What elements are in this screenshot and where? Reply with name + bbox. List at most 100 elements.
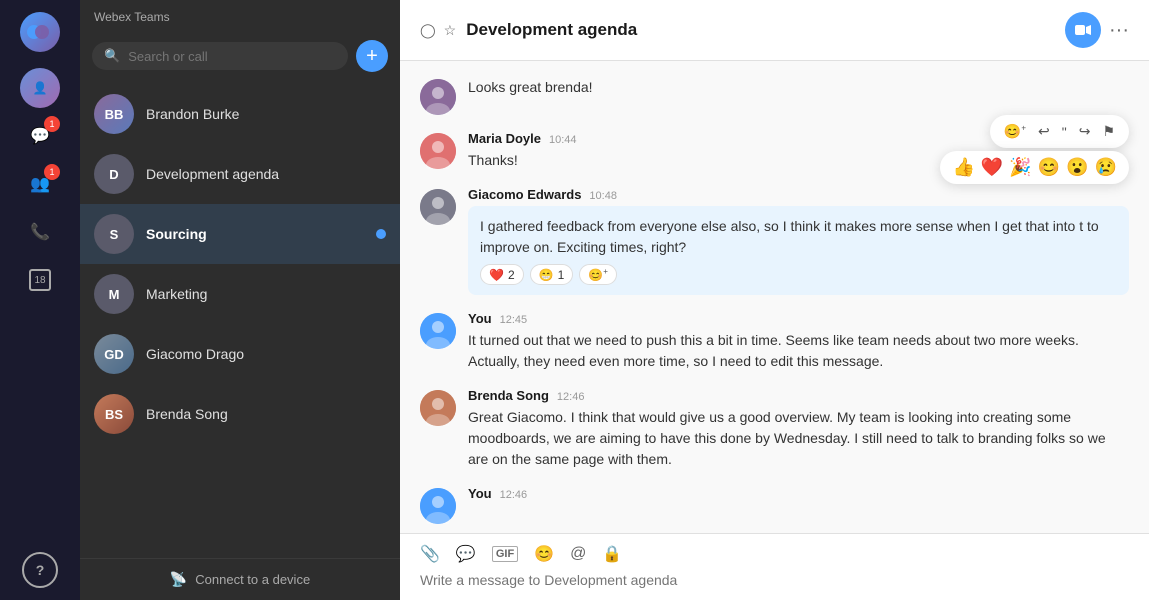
reaction-thumbsup[interactable]: 👍 bbox=[952, 157, 974, 178]
sidebar-messages-icon[interactable]: 💬 1 bbox=[20, 116, 60, 156]
contacts-panel: Webex Teams 🔍 + BB Brandon Burke D Devel… bbox=[80, 0, 400, 600]
help-label: ? bbox=[36, 562, 45, 578]
gif-icon[interactable]: GIF bbox=[492, 546, 518, 562]
msg-body-6: You 12:46 bbox=[468, 486, 1129, 524]
app-title: Webex Teams bbox=[80, 0, 400, 28]
messages-badge: 1 bbox=[44, 116, 60, 132]
contact-info-sourcing: Sourcing bbox=[146, 226, 364, 242]
msg-body-1: Looks great brenda! bbox=[468, 77, 1129, 115]
chat-header-icons: ◯ ☆ bbox=[420, 22, 456, 39]
msg-time-6: 12:46 bbox=[500, 489, 528, 501]
msg-body-4: You 12:45 It turned out that we need to … bbox=[468, 311, 1129, 372]
connect-device-label: Connect to a device bbox=[195, 572, 310, 587]
sidebar-help-icon[interactable]: ? bbox=[22, 552, 58, 588]
contact-info-brenda-song: Brenda Song bbox=[146, 406, 386, 422]
app-logo bbox=[20, 12, 60, 52]
video-call-button[interactable] bbox=[1065, 12, 1101, 48]
avatar-msg6 bbox=[420, 488, 456, 524]
contact-name-sourcing: Sourcing bbox=[146, 226, 364, 242]
contact-avatar-giacomo-drago: GD bbox=[94, 334, 134, 374]
contact-info-marketing: Marketing bbox=[146, 286, 386, 302]
reaction-surprised[interactable]: 😮 bbox=[1066, 157, 1088, 178]
message-group-1: Looks great brenda! bbox=[420, 77, 1129, 115]
connect-device-footer[interactable]: 📡 Connect to a device bbox=[80, 558, 400, 600]
msg-time-4: 12:45 bbox=[500, 314, 528, 326]
contact-item-giacomo-drago[interactable]: GD Giacomo Drago bbox=[80, 324, 400, 384]
reaction-sad[interactable]: 😢 bbox=[1095, 157, 1117, 178]
flag-icon[interactable]: ⚑ bbox=[1098, 119, 1119, 144]
msg-time-3: 10:48 bbox=[589, 190, 617, 202]
sidebar-contacts-icon[interactable]: 👥 1 bbox=[20, 164, 60, 204]
sidebar-calendar-icon[interactable]: 18 bbox=[20, 260, 60, 300]
reaction-grin-emoji: 😁 bbox=[539, 268, 554, 282]
search-icon: 🔍 bbox=[104, 48, 120, 64]
more-options-button[interactable]: ··· bbox=[1109, 19, 1129, 42]
back-icon[interactable]: ◯ bbox=[420, 22, 436, 39]
emoji-reaction-bar: 👍 ❤️ 🎉 😊 😮 😢 bbox=[940, 151, 1129, 184]
contacts-badge: 1 bbox=[44, 164, 60, 180]
msg-time-5: 12:46 bbox=[557, 391, 585, 403]
message-group-5: Brenda Song 12:46 Great Giacomo. I think… bbox=[420, 388, 1129, 470]
sidebar: 👤 💬 1 👥 1 📞 18 ? bbox=[0, 0, 80, 600]
reaction-badge-grin[interactable]: 😁 1 bbox=[530, 264, 574, 285]
chat-area: ◯ ☆ Development agenda ··· bbox=[400, 0, 1149, 600]
msg-text-4: It turned out that we need to push this … bbox=[468, 330, 1129, 372]
avatar-msg2 bbox=[420, 133, 456, 169]
message-group-3: Giacomo Edwards 10:48 😊+ ↩ " ↪ ⚑ 👍 ❤️ 🎉 … bbox=[420, 187, 1129, 295]
message-group-6: You 12:46 bbox=[420, 486, 1129, 524]
unread-dot-sourcing bbox=[376, 229, 386, 239]
chat-header: ◯ ☆ Development agenda ··· bbox=[400, 0, 1149, 61]
add-reaction-icon[interactable]: 😊+ bbox=[1000, 119, 1030, 144]
contact-item-sourcing[interactable]: S Sourcing bbox=[80, 204, 400, 264]
reaction-heart[interactable]: ❤️ bbox=[981, 157, 1003, 178]
message-format-icon[interactable]: 💬 bbox=[456, 544, 476, 564]
sidebar-avatar[interactable]: 👤 bbox=[20, 68, 60, 108]
avatar-msg5 bbox=[420, 390, 456, 426]
contact-name-development: Development agenda bbox=[146, 166, 386, 182]
msg-meta-5: Brenda Song 12:46 bbox=[468, 388, 1129, 403]
attachment-icon[interactable]: 📎 bbox=[420, 544, 440, 564]
sidebar-calls-icon[interactable]: 📞 bbox=[20, 212, 60, 252]
contact-avatar-development: D bbox=[94, 154, 134, 194]
quote-icon[interactable]: " bbox=[1058, 120, 1071, 144]
contact-item-marketing[interactable]: M Marketing bbox=[80, 264, 400, 324]
lock-icon[interactable]: 🔒 bbox=[602, 544, 622, 564]
contact-list: BB Brandon Burke D Development agenda S … bbox=[80, 84, 400, 558]
star-icon[interactable]: ☆ bbox=[444, 22, 457, 39]
message-input[interactable] bbox=[420, 572, 1129, 588]
search-input[interactable] bbox=[128, 49, 336, 64]
chat-toolbar: 📎 💬 GIF 😊 @ 🔒 bbox=[420, 544, 1129, 564]
add-contact-button[interactable]: + bbox=[356, 40, 388, 72]
contact-item-development[interactable]: D Development agenda bbox=[80, 144, 400, 204]
msg-body-3: Giacomo Edwards 10:48 😊+ ↩ " ↪ ⚑ 👍 ❤️ 🎉 … bbox=[468, 187, 1129, 295]
contact-avatar-brenda-song: BS bbox=[94, 394, 134, 434]
contact-avatar-brandon: BB bbox=[94, 94, 134, 134]
emoji-icon[interactable]: 😊 bbox=[534, 544, 554, 564]
msg-sender-3: Giacomo Edwards bbox=[468, 187, 581, 202]
forward-icon[interactable]: ↪ bbox=[1075, 119, 1095, 144]
reaction-badge-heart[interactable]: ❤️ 2 bbox=[480, 264, 524, 285]
reaction-smile[interactable]: 😊 bbox=[1038, 157, 1060, 178]
mention-icon[interactable]: @ bbox=[570, 545, 586, 563]
avatar-msg1 bbox=[420, 79, 456, 115]
msg-meta-6: You 12:46 bbox=[468, 486, 1129, 501]
contact-name-brandon: Brandon Burke bbox=[146, 106, 386, 122]
message-reactions: ❤️ 2 😁 1 😊+ bbox=[480, 264, 1117, 285]
contact-item-brenda-song[interactable]: BS Brenda Song bbox=[80, 384, 400, 444]
reaction-party[interactable]: 🎉 bbox=[1009, 157, 1031, 178]
header-actions: ··· bbox=[1065, 12, 1129, 48]
reply-icon[interactable]: ↩ bbox=[1034, 119, 1054, 144]
contact-info-brandon: Brandon Burke bbox=[146, 106, 386, 122]
reaction-heart-emoji: ❤️ bbox=[489, 268, 504, 282]
add-reaction-badge[interactable]: 😊+ bbox=[579, 264, 617, 285]
msg-text-1: Looks great brenda! bbox=[468, 77, 1129, 98]
msg-sender-6: You bbox=[468, 486, 492, 501]
contact-item-brandon[interactable]: BB Brandon Burke bbox=[80, 84, 400, 144]
chat-title: Development agenda bbox=[466, 20, 1055, 40]
contact-name-giacomo-drago: Giacomo Drago bbox=[146, 346, 386, 362]
contact-info-development: Development agenda bbox=[146, 166, 386, 182]
message-group-4: You 12:45 It turned out that we need to … bbox=[420, 311, 1129, 372]
msg-meta-4: You 12:45 bbox=[468, 311, 1129, 326]
message-action-bar: 😊+ ↩ " ↪ ⚑ bbox=[990, 115, 1129, 148]
msg-text-5: Great Giacomo. I think that would give u… bbox=[468, 407, 1129, 470]
